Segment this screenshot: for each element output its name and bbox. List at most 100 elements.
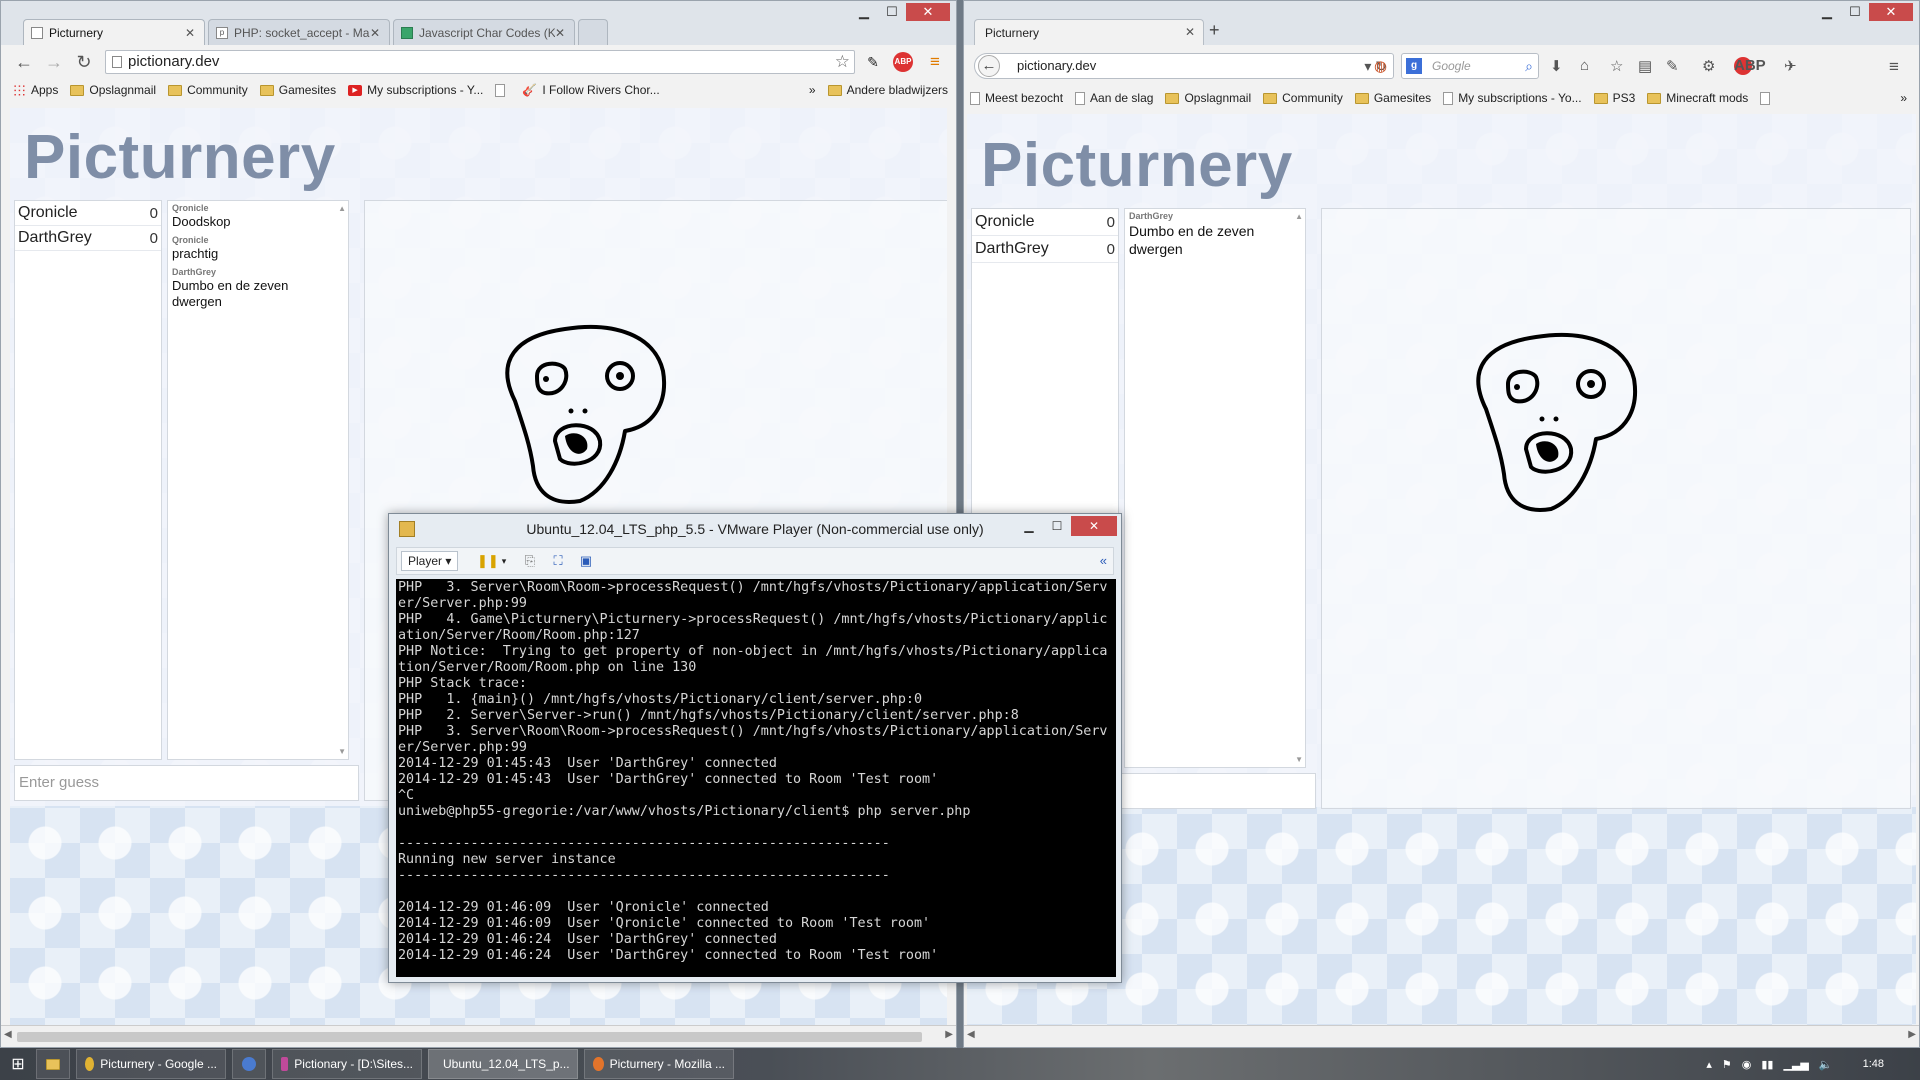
close-icon[interactable]: ✕ [1869,3,1913,21]
bookmark-my-subscriptions[interactable]: ▶ My subscriptions - Y... [348,83,483,97]
back-arrow-icon[interactable]: ← [978,55,1000,77]
bookmark-i-follow-rivers[interactable]: 🎸 I Follow Rivers Chor... [522,83,659,97]
maximize-icon[interactable]: ☐ [1841,3,1869,21]
scroll-left-icon[interactable]: ◀ [967,1029,975,1040]
url-text: pictionary.dev [1017,58,1097,73]
chat-messages[interactable]: DarthGrey Dumbo en de zeven dwergen ▲ ▼ [1124,208,1306,768]
steam-icon[interactable]: ◉ [1742,1058,1752,1071]
download-icon[interactable]: ⬇ [1550,57,1563,75]
menu-icon[interactable]: ≡ [925,52,945,72]
menu-icon[interactable]: ≡ [1889,57,1899,77]
site-identity-icon[interactable]: ◍ [1374,57,1387,75]
scroll-up-icon[interactable]: ▲ [338,204,346,213]
extension-icon[interactable]: ✈ [1784,57,1797,75]
taskbar-item-app[interactable] [232,1049,266,1079]
terminal-console[interactable]: PHP 3. Server\Room\Room->processRequest(… [396,579,1116,977]
close-icon[interactable]: ✕ [1071,516,1117,536]
fullscreen-icon[interactable]: ⛶ [549,553,567,569]
chrome-tab-php[interactable]: p PHP: socket_accept - Man ✕ [208,19,390,45]
page-icon [31,26,43,39]
extension-icon[interactable]: ⚙ [1702,57,1715,75]
bookmark-ps3[interactable]: PS3 [1593,91,1635,105]
taskbar-explorer[interactable] [36,1049,70,1079]
volume-icon[interactable]: 🔈 [1819,1058,1833,1071]
tab-close-icon[interactable]: ✕ [1185,25,1195,39]
back-arrow-icon[interactable]: ← [13,51,35,73]
bookmark-other[interactable]: Andere bladwijzers [827,83,948,97]
scroll-down-icon[interactable]: ▼ [338,747,346,756]
bookmark-minecraft-mods[interactable]: Minecraft mods [1647,91,1748,105]
bookmark-gamesites[interactable]: Gamesites [259,83,336,97]
pause-icon[interactable]: ❚❚ [477,553,499,569]
search-icon[interactable]: ⌕ [1525,54,1533,78]
taskbar-item-firefox[interactable]: Picturnery - Mozilla ... [584,1049,734,1079]
taskbar-item-chrome[interactable]: Picturnery - Google ... [76,1049,226,1079]
bookmark-opslagnmail[interactable]: Opslagnmail [70,83,156,97]
bookmark-community[interactable]: Community [1263,91,1343,105]
scroll-right-icon[interactable]: ▶ [945,1029,953,1040]
bookmark-page[interactable] [1760,91,1775,105]
tab-close-icon[interactable]: ✕ [555,26,567,40]
minimize-icon[interactable]: ▁ [1015,516,1043,536]
player-menu-button[interactable]: Player ▾ [401,551,459,571]
home-icon[interactable]: ⌂ [1580,57,1589,74]
folder-icon [46,1058,60,1070]
bookmark-page[interactable] [495,83,510,97]
star-icon[interactable]: ☆ [835,51,850,73]
new-tab-plus-icon[interactable]: + [1209,20,1220,41]
close-icon[interactable]: ✕ [906,3,950,21]
bookmark-meest-bezocht[interactable]: Meest bezocht [970,91,1063,105]
reload-icon[interactable]: ↻ [73,51,95,73]
signal-icon[interactable]: ▁▃▅ [1783,1058,1808,1071]
dropdown-arrow-icon[interactable]: ▾ [495,553,513,569]
drawing-canvas[interactable] [1321,208,1911,809]
address-bar[interactable]: ← pictionary.dev ▾ ↻ [974,53,1394,79]
scrollbar-thumb[interactable] [17,1032,922,1042]
bookmark-my-subscriptions[interactable]: My subscriptions - Yo... [1443,91,1582,105]
scroll-right-icon[interactable]: ▶ [1908,1029,1916,1040]
adblock-icon[interactable]: ABP [893,52,913,72]
address-bar[interactable]: pictionary.dev ☆ [105,50,855,74]
chat-messages[interactable]: Qronicle Doodskop Qronicle prachtig Dart… [167,200,349,760]
tools-extension-icon[interactable]: ✎ [863,52,883,72]
adblock-icon[interactable]: ABP [1734,57,1766,75]
scroll-down-icon[interactable]: ▼ [1295,755,1303,764]
bookmarks-list-icon[interactable]: ▤ [1638,57,1652,75]
forward-arrow-icon[interactable]: → [43,51,65,73]
unity-icon[interactable]: ▣ [577,553,595,569]
start-windows-icon[interactable]: ⊞ [0,1048,36,1080]
maximize-icon[interactable]: ☐ [878,3,906,21]
minimize-icon[interactable]: ▁ [1813,3,1841,21]
scroll-left-icon[interactable]: ◀ [4,1029,12,1040]
clock[interactable]: 1:48 [1863,1058,1884,1070]
collapse-toolbar-icon[interactable]: « [1100,553,1107,568]
guess-input[interactable]: Enter guess [14,765,359,801]
bookmarks-overflow-button[interactable]: » [1900,91,1907,105]
horizontal-scrollbar[interactable]: ◀ ▶ [1,1025,956,1047]
bookmark-opslagnmail[interactable]: Opslagnmail [1165,91,1251,105]
bookmark-star-icon[interactable]: ☆ [1610,57,1623,75]
horizontal-scrollbar[interactable]: ◀ ▶ [964,1025,1919,1047]
bookmark-gamesites[interactable]: Gamesites [1354,91,1431,105]
show-hidden-icons-icon[interactable]: ▴ [1706,1058,1712,1071]
bookmark-community[interactable]: Community [168,83,248,97]
network-icon[interactable]: ▮▮ [1761,1058,1773,1071]
tools-extension-icon[interactable]: ✎ [1666,57,1679,75]
search-input[interactable]: g Google ⌕ [1401,53,1539,79]
tab-close-icon[interactable]: ✕ [185,26,197,40]
bookmarks-overflow-button[interactable]: » [809,83,816,97]
minimize-icon[interactable]: ▁ [850,3,878,21]
bookmark-aan-de-slag[interactable]: Aan de slag [1075,91,1153,105]
chrome-tab-charcodes[interactable]: Javascript Char Codes (Ke ✕ [393,19,575,45]
maximize-icon[interactable]: ☐ [1043,516,1071,536]
firefox-tab-picturnery[interactable]: Picturnery ✕ [974,19,1204,45]
scroll-up-icon[interactable]: ▲ [1295,212,1303,221]
action-center-icon[interactable]: ⚑ [1722,1058,1732,1071]
new-tab-button[interactable] [578,19,608,45]
tab-close-icon[interactable]: ✕ [370,26,382,40]
send-ctrl-alt-del-icon[interactable]: ⎘ [521,553,539,569]
taskbar-item-vmware[interactable]: Ubuntu_12.04_LTS_p... [428,1049,578,1079]
taskbar-item-phpstorm[interactable]: Pictionary - [D:\Sites... [272,1049,422,1079]
bookmark-apps[interactable]: Apps [13,83,58,97]
chrome-tab-picturnery[interactable]: Picturnery ✕ [23,19,205,45]
